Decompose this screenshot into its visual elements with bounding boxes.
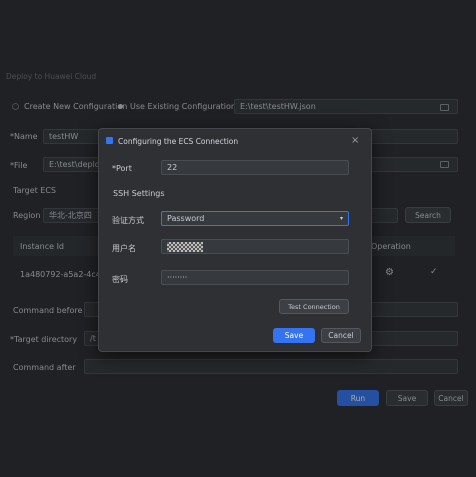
ssh-settings-label: SSH Settings bbox=[113, 189, 165, 198]
dialog-save-button[interactable]: Save bbox=[273, 328, 315, 343]
username-label: 用户名 bbox=[112, 244, 136, 253]
dialog-title: Configuring the ECS Connection bbox=[118, 137, 239, 146]
dialog-app-icon bbox=[106, 137, 113, 144]
username-masked-value bbox=[167, 241, 203, 252]
port-label: *Port bbox=[112, 164, 132, 173]
username-field[interactable] bbox=[161, 239, 349, 254]
auth-method-label: 验证方式 bbox=[112, 216, 144, 225]
chevron-down-icon: ▾ bbox=[339, 215, 343, 222]
auth-method-select[interactable]: Password ▾ bbox=[161, 211, 349, 226]
auth-method-value: Password bbox=[167, 214, 205, 223]
dialog-cancel-button[interactable]: Cancel bbox=[321, 328, 361, 343]
port-field[interactable]: 22 bbox=[161, 160, 349, 175]
ecs-connection-dialog: Configuring the ECS Connection × *Port 2… bbox=[98, 128, 372, 352]
password-label: 密码 bbox=[112, 275, 128, 284]
password-field[interactable]: ········ bbox=[161, 270, 349, 285]
test-connection-button[interactable]: Test Connection bbox=[279, 299, 349, 314]
close-icon[interactable]: × bbox=[351, 135, 359, 146]
